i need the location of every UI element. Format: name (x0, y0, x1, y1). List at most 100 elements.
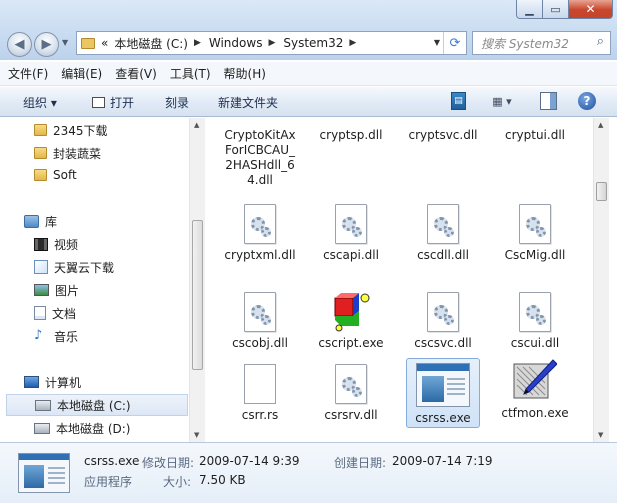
nav-item-pictures[interactable]: 图片 (34, 279, 79, 301)
file-name: cscdll.dll (417, 248, 469, 262)
dll-file-icon (519, 204, 551, 244)
back-button[interactable]: ◀ (7, 32, 32, 57)
file-name: cscui.dll (510, 336, 560, 350)
nav-item-drive-d[interactable]: 本地磁盘 (D:) (34, 417, 130, 439)
recent-pages-dropdown[interactable]: ▼ (62, 38, 68, 47)
chevron-right-icon[interactable]: ▶ (349, 38, 356, 48)
file-item[interactable]: cscsvc.dll (406, 292, 480, 351)
scroll-down-icon[interactable]: ▼ (598, 431, 603, 439)
maximize-button[interactable]: ▭ (543, 0, 569, 19)
nav-item-videos[interactable]: 视频 (34, 233, 78, 255)
nav-item-soft[interactable]: Soft (34, 164, 77, 186)
chevron-right-icon[interactable]: ▶ (194, 38, 201, 48)
dll-file-icon (335, 364, 367, 404)
nav-label: 天翼云下载 (54, 260, 115, 275)
open-label: 打开 (110, 96, 135, 110)
search-icon[interactable]: ⌕ (597, 34, 604, 49)
file-item[interactable]: cscapi.dll (314, 204, 388, 263)
created-value: 2009-07-14 7:19 (392, 454, 493, 468)
file-name: CryptoKitAxForICBCAU_2HASHdll_64.dll (224, 128, 296, 187)
music-icon: ♪ (34, 328, 43, 343)
dll-file-icon (335, 204, 367, 244)
nav-item-tianyi-download[interactable]: 天翼云下载 (34, 256, 114, 278)
file-item[interactable]: cryptxml.dll (223, 204, 297, 263)
file-item[interactable]: cryptui.dll (498, 128, 572, 143)
organize-button[interactable]: 组织 ▾ (23, 94, 57, 111)
breadcrumb-windows[interactable]: Windows (209, 36, 263, 50)
window-controls: ▁ ▭ ✕ (516, 0, 613, 19)
menu-view[interactable]: 查看(V) (115, 65, 157, 82)
file-item[interactable]: CscMig.dll (498, 204, 572, 263)
scroll-up-icon[interactable]: ▲ (194, 121, 199, 129)
dll-file-icon (519, 292, 551, 332)
menu-help[interactable]: 帮助(H) (224, 65, 266, 82)
forward-button[interactable]: ▶ (34, 32, 59, 57)
preview-pane-icon[interactable] (540, 92, 557, 110)
folder-icon (34, 124, 47, 136)
nav-label: 图片 (55, 283, 80, 298)
refresh-button[interactable]: ⟳ (443, 32, 466, 54)
file-item[interactable]: cryptsvc.dll (406, 128, 480, 143)
search-box[interactable]: 搜索 System32 ⌕ (472, 31, 611, 55)
file-item[interactable]: cscdll.dll (406, 204, 480, 263)
file-name: cscapi.dll (323, 248, 379, 262)
nav-item-libraries[interactable]: 库 (24, 210, 57, 232)
file-name: cryptsp.dll (319, 128, 383, 142)
file-item[interactable]: cscui.dll (498, 292, 572, 351)
nav-label: 库 (45, 214, 58, 229)
nav-item-2345-download[interactable]: 2345下载 (34, 119, 108, 141)
nav-label: 2345下载 (53, 123, 108, 138)
minimize-button[interactable]: ▁ (516, 0, 543, 19)
search-input[interactable]: 搜索 System32 (481, 35, 569, 52)
pictures-icon (34, 284, 49, 296)
burn-button[interactable]: 刻录 (165, 94, 189, 111)
file-list-scrollbar[interactable]: ▲ ▼ (593, 118, 609, 442)
scroll-down-icon[interactable]: ▼ (194, 431, 199, 439)
created-label: 创建日期: (334, 456, 387, 470)
scrollbar-thumb[interactable] (192, 220, 203, 370)
file-item[interactable]: csrsrv.dll (314, 364, 388, 423)
nav-label: Soft (53, 168, 77, 182)
modified-value: 2009-07-14 9:39 (199, 454, 300, 468)
address-bar[interactable]: « 本地磁盘 (C:) ▶ Windows ▶ System32 ▶ ▼ ⟳ (76, 31, 467, 55)
file-list: CryptoKitAxForICBCAU_2HASHdll_64.dll cry… (206, 118, 591, 442)
breadcrumb-system32[interactable]: System32 (283, 36, 343, 50)
arrow-right-icon: ▶ (41, 37, 52, 52)
file-name: CscMig.dll (504, 248, 566, 262)
open-button[interactable]: 打开 (92, 94, 134, 111)
file-item[interactable]: cscobj.dll (223, 292, 297, 351)
file-item[interactable]: cryptsp.dll (314, 128, 388, 143)
scroll-up-icon[interactable]: ▲ (598, 121, 603, 129)
drive-icon (35, 399, 51, 411)
size-label: 大小: (163, 475, 192, 489)
menu-edit[interactable]: 编辑(E) (61, 65, 102, 82)
computer-icon (24, 376, 39, 388)
scrollbar-thumb[interactable] (596, 182, 607, 201)
file-item-selected[interactable]: csrss.exe (406, 358, 480, 428)
details-type: 应用程序 (84, 475, 133, 489)
file-item[interactable]: CryptoKitAxForICBCAU_2HASHdll_64.dll (223, 128, 297, 188)
nav-item-music[interactable]: ♪ 音乐 (34, 325, 78, 347)
address-history-dropdown[interactable]: ▼ (434, 38, 440, 47)
new-folder-button[interactable]: 新建文件夹 (218, 94, 278, 111)
navigation-scrollbar[interactable]: ▲ ▼ (189, 118, 205, 442)
change-view-icon[interactable]: ▦ ▾ (487, 92, 517, 110)
breadcrumb-overflow[interactable]: « (101, 36, 108, 50)
file-name: cryptui.dll (505, 128, 565, 142)
close-button[interactable]: ✕ (569, 0, 613, 19)
menu-tools[interactable]: 工具(T) (170, 65, 211, 82)
nav-item-drive-c[interactable]: 本地磁盘 (C:) (6, 394, 188, 416)
nav-item-fengzhuang[interactable]: 封装蔬菜 (34, 142, 101, 164)
file-name: csrr.rs (241, 408, 279, 422)
preview-icon[interactable]: ▤ (451, 92, 466, 110)
menu-file[interactable]: 文件(F) (8, 65, 48, 82)
help-icon[interactable]: ? (578, 92, 596, 110)
file-item[interactable]: cscript.exe (314, 292, 388, 351)
nav-item-computer[interactable]: 计算机 (24, 371, 81, 393)
file-item[interactable]: csrr.rs (223, 364, 297, 423)
breadcrumb-drive-c[interactable]: 本地磁盘 (C:) (114, 35, 188, 52)
nav-item-documents[interactable]: 文档 (34, 302, 76, 324)
file-item[interactable]: ctfmon.exe (498, 358, 572, 421)
chevron-right-icon[interactable]: ▶ (268, 38, 275, 48)
close-icon: ✕ (585, 2, 596, 16)
